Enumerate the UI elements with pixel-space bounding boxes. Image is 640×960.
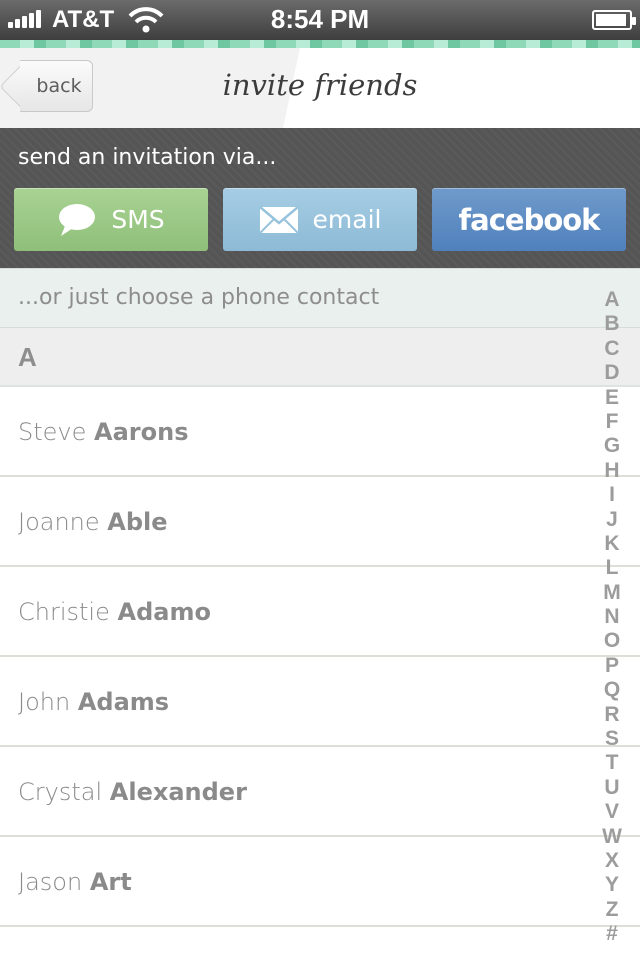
contact-first-name: John	[18, 688, 71, 716]
contact-last-name: Adams	[77, 688, 170, 716]
index-letter[interactable]: X	[605, 849, 619, 873]
alphabet-index[interactable]: A B C D E F G H I J K L M N O P Q R S T U V W X Y Z #	[600, 288, 624, 947]
back-button[interactable]: back	[20, 60, 93, 112]
contact-hint: ...or just choose a phone contact	[0, 268, 640, 328]
index-letter[interactable]: T	[606, 751, 619, 775]
sms-invite-button[interactable]: SMS	[14, 188, 208, 251]
email-invite-button[interactable]: email	[223, 188, 417, 251]
contact-first-name: Crystal	[18, 778, 103, 806]
index-letter[interactable]: S	[605, 727, 619, 751]
index-letter[interactable]: I	[609, 483, 615, 507]
index-letter[interactable]: V	[605, 800, 619, 824]
contact-row[interactable]: Christie Adamo	[0, 567, 640, 657]
speech-bubble-icon	[59, 203, 96, 236]
email-label: email	[312, 205, 382, 234]
contact-row[interactable]: Crystal Alexander	[0, 747, 640, 837]
header-decoration	[0, 40, 640, 48]
index-letter[interactable]: C	[604, 337, 619, 361]
index-letter[interactable]: B	[604, 312, 619, 336]
contact-row[interactable]: Joanne Able	[0, 477, 640, 567]
contact-last-name: Aarons	[94, 418, 189, 446]
status-time: 8:54 PM	[270, 4, 370, 34]
index-letter[interactable]: P	[605, 654, 619, 678]
contact-last-name: Alexander	[109, 778, 247, 806]
index-letter[interactable]: L	[606, 556, 619, 580]
index-letter[interactable]: Y	[605, 873, 619, 897]
contact-row[interactable]: John Adams	[0, 657, 640, 747]
battery-icon	[592, 10, 636, 30]
index-letter[interactable]: H	[604, 459, 619, 483]
facebook-invite-button[interactable]: facebook	[432, 188, 626, 251]
index-letter[interactable]: R	[604, 703, 619, 727]
contact-first-name: Christie	[18, 598, 110, 626]
contact-last-name: Art	[89, 868, 132, 896]
contact-last-name: Adamo	[117, 598, 211, 626]
index-letter[interactable]: M	[603, 581, 621, 605]
index-letter[interactable]: A	[604, 288, 619, 312]
invite-label: send an invitation via...	[18, 145, 277, 170]
index-letter[interactable]: Q	[604, 678, 620, 702]
section-header: A	[0, 328, 640, 387]
nav-header: back invite friends	[0, 48, 640, 128]
contact-first-name: Jason	[18, 868, 83, 896]
envelope-icon	[258, 205, 299, 234]
index-letter[interactable]: J	[606, 508, 618, 532]
contact-list: Steve Aarons Joanne Able Christie Adamo …	[0, 387, 640, 927]
index-letter[interactable]: F	[606, 410, 619, 434]
page-title: invite friends	[222, 68, 418, 102]
contact-first-name: Steve	[18, 418, 87, 446]
invite-panel: send an invitation via... SMS email face…	[0, 128, 640, 268]
contact-first-name: Joanne	[18, 508, 100, 536]
index-letter[interactable]: Z	[606, 898, 619, 922]
sms-label: SMS	[111, 205, 165, 234]
contact-last-name: Able	[107, 508, 168, 536]
index-letter[interactable]: #	[606, 922, 618, 946]
index-letter[interactable]: K	[604, 532, 619, 556]
facebook-label: facebook	[458, 202, 601, 237]
contact-row[interactable]: Steve Aarons	[0, 387, 640, 477]
index-letter[interactable]: G	[604, 434, 620, 458]
index-letter[interactable]: N	[604, 605, 619, 629]
index-letter[interactable]: U	[604, 776, 619, 800]
contact-row[interactable]: Jason Art	[0, 837, 640, 927]
index-letter[interactable]: E	[605, 386, 619, 410]
index-letter[interactable]: W	[602, 825, 622, 849]
index-letter[interactable]: O	[604, 629, 620, 653]
status-bar: AT&T 8:54 PM	[0, 0, 640, 40]
index-letter[interactable]: D	[604, 361, 619, 385]
